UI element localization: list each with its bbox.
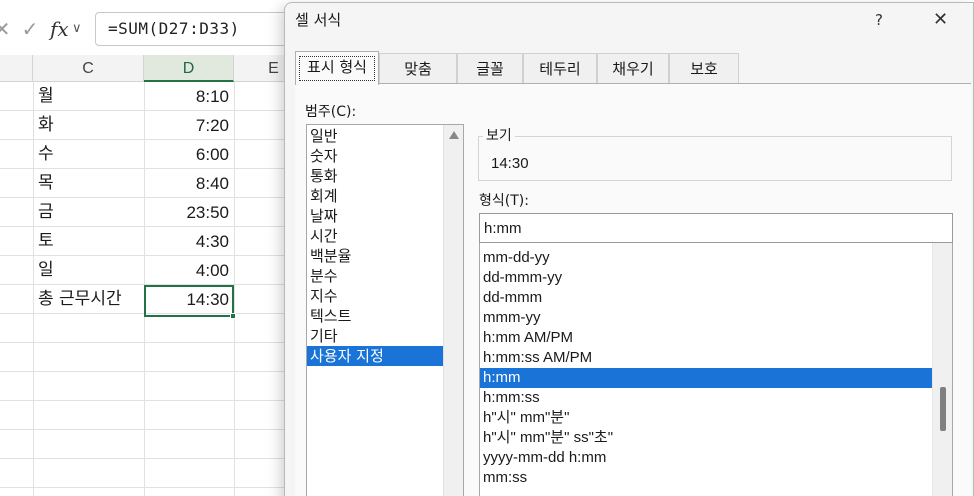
close-icon[interactable]: ✕	[0, 14, 12, 44]
category-scrollbar[interactable]	[443, 125, 463, 496]
table-row[interactable]	[0, 430, 300, 459]
table-row[interactable]: 일 4:00	[0, 256, 300, 285]
tab-label: 맞춤	[404, 60, 432, 78]
format-list-item[interactable]: yyyy-mm-dd h:mm	[480, 448, 932, 468]
table-row[interactable]	[0, 372, 300, 401]
category-item-number[interactable]: 숫자	[307, 146, 443, 166]
format-list-item[interactable]: dd-mmm-yy	[480, 268, 932, 288]
category-item-scientific[interactable]: 지수	[307, 286, 443, 306]
format-list-item[interactable]: h"시" mm"분" ss"초"	[480, 428, 932, 448]
close-icon[interactable]: ✕	[933, 9, 948, 30]
tab-font[interactable]: 글꼴	[457, 53, 523, 83]
check-icon[interactable]: ✓	[18, 14, 42, 44]
day-cell[interactable]: 일	[38, 256, 54, 285]
format-list-item[interactable]: h:mm:ss AM/PM	[480, 348, 932, 368]
tab-number[interactable]: 표시 형식	[295, 51, 379, 85]
column-header-c[interactable]: C	[33, 55, 144, 82]
table-row[interactable]: 목 8:40	[0, 169, 300, 198]
day-cell[interactable]: 월	[38, 82, 54, 111]
scroll-up-icon[interactable]	[449, 131, 459, 139]
category-item-percentage[interactable]: 백분율	[307, 246, 443, 266]
time-cell[interactable]: 8:10	[146, 82, 229, 111]
format-list-item[interactable]: h:mm AM/PM	[480, 328, 932, 348]
day-cell[interactable]: 토	[38, 227, 54, 256]
category-item-special[interactable]: 기타	[307, 326, 443, 346]
format-list-item[interactable]: dd-mmm	[480, 288, 932, 308]
type-field[interactable]	[479, 213, 953, 243]
category-item-text[interactable]: 텍스트	[307, 306, 443, 326]
tab-label: 채우기	[612, 60, 654, 78]
table-row[interactable]: 토 4:30	[0, 227, 300, 256]
time-cell[interactable]: 8:40	[146, 169, 229, 198]
format-list-item[interactable]: mmm-yy	[480, 308, 932, 328]
table-row[interactable]	[0, 459, 300, 488]
active-cell-border	[144, 285, 234, 317]
format-list-item[interactable]: mm:ss	[480, 468, 932, 488]
format-list-item[interactable]: h"시" mm"분"	[480, 408, 932, 428]
time-cell[interactable]: 4:30	[146, 227, 229, 256]
day-cell[interactable]: 금	[38, 198, 54, 227]
time-cell[interactable]: 23:50	[146, 198, 229, 227]
format-list-item[interactable]: h:mm:ss	[480, 388, 932, 408]
category-item-custom[interactable]: 사용자 지정	[307, 346, 443, 366]
table-row[interactable]	[0, 314, 300, 343]
category-label: 범주(C):	[305, 104, 357, 120]
category-item-time[interactable]: 시간	[307, 226, 443, 246]
tab-label: 보호	[690, 60, 718, 78]
total-label-cell[interactable]: 총 근무시간	[38, 285, 122, 314]
scroll-thumb[interactable]	[940, 387, 946, 431]
category-item-fraction[interactable]: 분수	[307, 266, 443, 286]
type-input[interactable]	[480, 214, 952, 242]
preview-value: 14:30	[491, 155, 529, 172]
tab-fill[interactable]: 채우기	[597, 53, 669, 83]
preview-group	[478, 136, 952, 181]
fill-handle[interactable]	[230, 313, 236, 319]
format-list[interactable]: mm-dd-yy dd-mmm-yy dd-mmm mmm-yy h:mm AM…	[479, 243, 953, 496]
help-icon[interactable]: ?	[875, 11, 883, 29]
day-cell[interactable]: 수	[38, 140, 54, 169]
category-item-accounting[interactable]: 회계	[307, 186, 443, 206]
time-cell[interactable]: 4:00	[146, 256, 229, 285]
formula-text: =SUM(D27:D33)	[108, 19, 240, 38]
table-row[interactable]: 금 23:50	[0, 198, 300, 227]
format-list-item[interactable]: mm-dd-yy	[480, 248, 932, 268]
table-row[interactable]: 화 7:20	[0, 111, 300, 140]
column-header-d[interactable]: D	[144, 55, 234, 82]
tab-alignment[interactable]: 맞춤	[379, 53, 457, 83]
tab-label: 테두리	[539, 60, 581, 78]
table-row[interactable]: 수 6:00	[0, 140, 300, 169]
format-list-scrollbar[interactable]	[932, 243, 952, 496]
column-header-b[interactable]	[0, 55, 33, 82]
tab-label: 글꼴	[476, 60, 504, 78]
format-cells-dialog: 셀 서식 ? ✕ 표시 형식 맞춤 글꼴 테두리 채우기 보호 범주(C): 일…	[284, 2, 974, 496]
fx-icon[interactable]: fx	[50, 14, 69, 44]
tab-protection[interactable]: 보호	[669, 53, 739, 83]
type-label: 형식(T):	[479, 193, 529, 209]
tab-border[interactable]: 테두리	[523, 53, 597, 83]
category-item-date[interactable]: 날짜	[307, 206, 443, 226]
table-row[interactable]	[0, 401, 300, 430]
table-row[interactable]: 월 8:10	[0, 82, 300, 111]
day-cell[interactable]: 화	[38, 111, 54, 140]
category-item-general[interactable]: 일반	[307, 126, 443, 146]
chevron-down-icon[interactable]: ∨	[72, 14, 82, 44]
table-row[interactable]	[0, 343, 300, 372]
time-cell[interactable]: 6:00	[146, 140, 229, 169]
dialog-title: 셀 서식	[295, 11, 342, 29]
category-item-currency[interactable]: 통화	[307, 166, 443, 186]
format-list-item-selected[interactable]: h:mm	[480, 368, 932, 388]
category-list[interactable]: 일반 숫자 통화 회계 날짜 시간 백분율 분수 지수 텍스트 기타 사용자 지…	[306, 124, 464, 496]
preview-label: 보기	[483, 125, 515, 145]
day-cell[interactable]: 목	[38, 169, 54, 198]
time-cell[interactable]: 7:20	[146, 111, 229, 140]
formula-bar-icons: ✕ ✓ fx ∨	[0, 14, 90, 44]
